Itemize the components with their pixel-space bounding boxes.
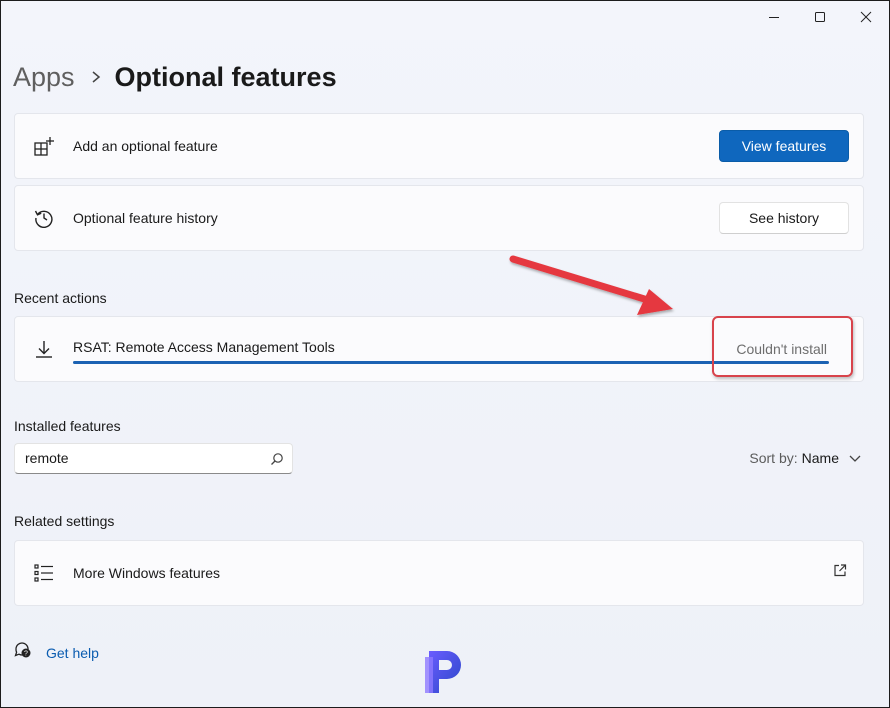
get-help[interactable]: ? Get help: [14, 641, 99, 664]
breadcrumb: Apps Optional features: [13, 57, 337, 97]
annotation-arrow: [509, 255, 673, 315]
open-external-icon: [833, 564, 847, 583]
breadcrumb-apps-link[interactable]: Apps: [13, 62, 75, 93]
settings-window: Apps Optional features Add an optional f…: [0, 0, 890, 708]
maximize-button[interactable]: [797, 1, 843, 33]
add-feature-icon: [33, 135, 55, 157]
caption-buttons: [751, 1, 889, 33]
watermark-logo: [425, 651, 461, 693]
help-chat-icon: ?: [14, 641, 32, 664]
more-windows-features-label: More Windows features: [73, 565, 221, 581]
get-help-link[interactable]: Get help: [46, 645, 99, 661]
minimize-icon: [769, 17, 779, 18]
sort-dropdown[interactable]: Sort by: Name: [749, 450, 861, 466]
chevron-down-icon: [849, 450, 861, 466]
svg-text:?: ?: [24, 651, 28, 658]
chevron-right-icon: [91, 71, 101, 83]
search-input[interactable]: [25, 450, 255, 466]
download-icon: [33, 338, 55, 360]
more-windows-features-card[interactable]: More Windows features: [14, 540, 864, 606]
view-features-button[interactable]: View features: [719, 130, 849, 162]
add-optional-feature-card: Add an optional feature View features: [14, 113, 864, 179]
minimize-button[interactable]: [751, 1, 797, 33]
history-icon: [33, 207, 55, 229]
recent-actions-heading: Recent actions: [14, 290, 107, 306]
installed-features-heading: Installed features: [14, 418, 121, 434]
sort-label: Sort by:: [749, 450, 798, 466]
installed-features-search[interactable]: [14, 443, 293, 474]
list-icon: [33, 562, 55, 584]
sort-value: Name: [801, 450, 839, 466]
feature-history-card: Optional feature history See history: [14, 185, 864, 251]
close-button[interactable]: [843, 1, 889, 33]
annotation-highlight-box: [712, 316, 853, 377]
close-icon: [860, 11, 872, 23]
history-label: Optional feature history: [73, 210, 218, 226]
add-feature-label: Add an optional feature: [73, 138, 218, 154]
search-icon[interactable]: [270, 452, 284, 471]
related-settings-heading: Related settings: [14, 513, 115, 529]
maximize-icon: [815, 12, 825, 22]
see-history-button[interactable]: See history: [719, 202, 849, 234]
page-title: Optional features: [114, 61, 337, 92]
recent-action-label: RSAT: Remote Access Management Tools: [73, 339, 335, 355]
